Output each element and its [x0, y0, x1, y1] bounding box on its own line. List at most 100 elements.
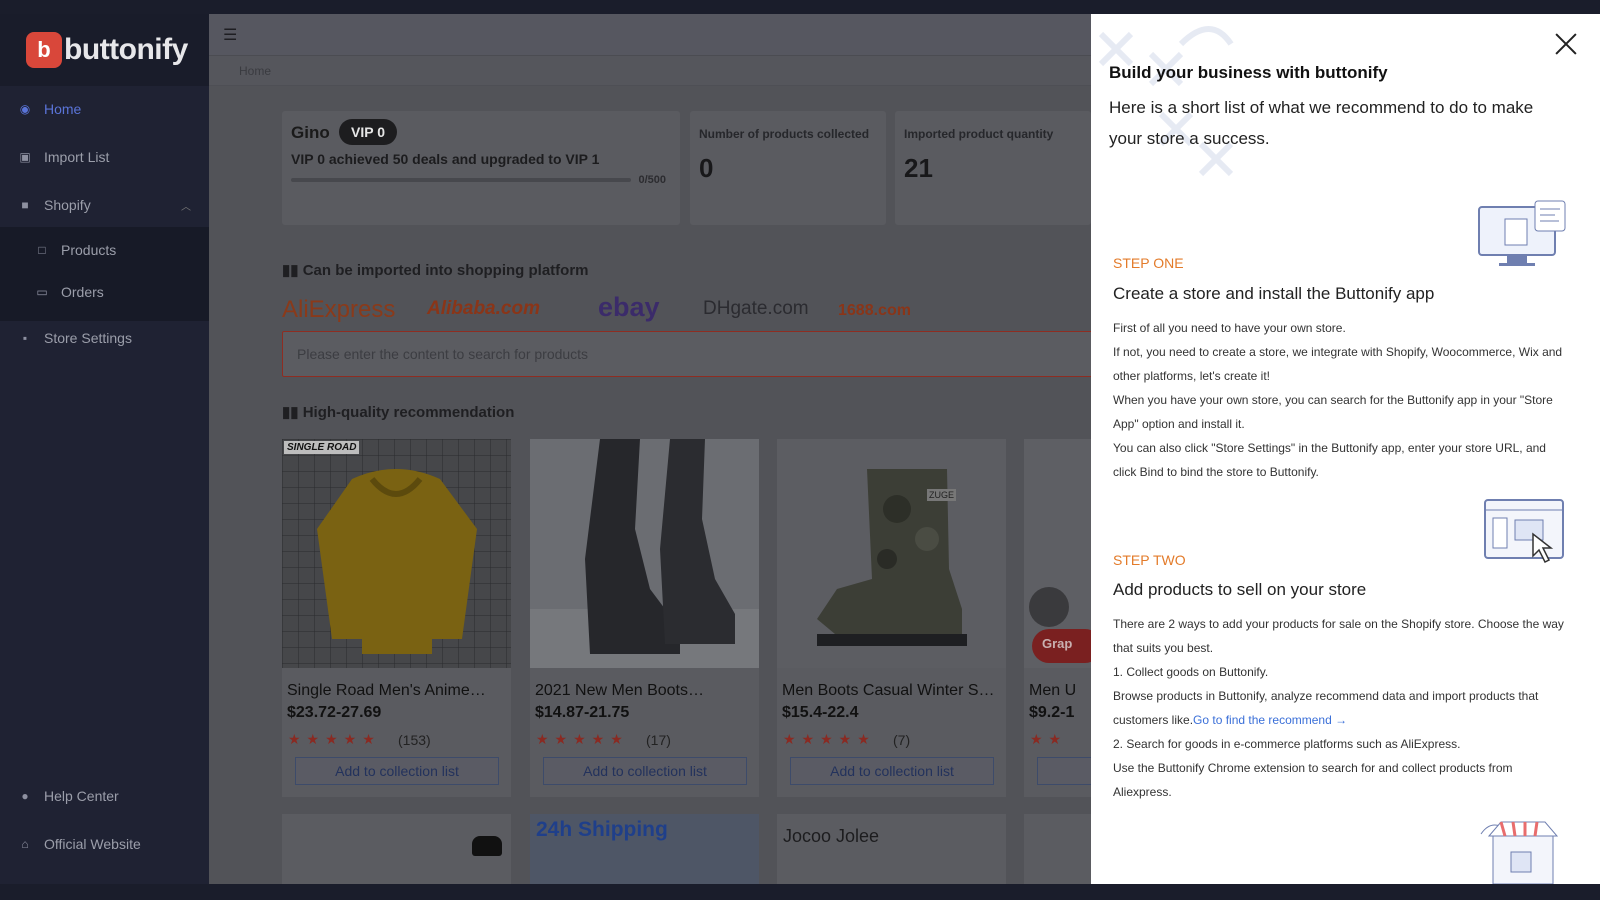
product-card-partial[interactable]: Jocoo Jolee: [777, 814, 1006, 884]
clipboard-icon: ▣: [19, 150, 31, 164]
home-icon: ⌂: [21, 837, 29, 851]
add-to-collection-button[interactable]: Add to collection list: [543, 757, 747, 785]
computer-illustration-icon: [1478, 200, 1566, 266]
product-image[interactable]: ZUGE: [777, 439, 1006, 668]
close-icon[interactable]: [1554, 32, 1578, 56]
sidebar-item-label: Official Website: [44, 836, 141, 852]
boots-image: [530, 439, 759, 668]
product-price: $14.87-21.75: [535, 704, 630, 721]
step-two-title: Add products to sell on your store: [1113, 580, 1367, 599]
brand-aliexpress[interactable]: AliExpress: [282, 296, 395, 324]
archive-icon: ▭: [36, 285, 48, 299]
platforms-title-text: Can be imported into shopping platform: [302, 262, 589, 279]
product-image[interactable]: Grap: [1024, 439, 1091, 668]
step-two-line: 1. Collect goods on Buttonify.: [1113, 665, 1269, 679]
sidebar-item-orders[interactable]: ▭ Orders: [0, 272, 209, 312]
sidebar-item-official-website[interactable]: ⌂ Official Website: [0, 824, 209, 864]
stat-title: Number of products collected: [699, 127, 870, 141]
step-one-title: Create a store and install the Buttonify…: [1113, 284, 1435, 303]
vip-note: VIP 0 achieved 50 deals and upgraded to …: [291, 151, 600, 167]
product-tag: Grap: [1032, 629, 1091, 663]
product-thumb: [1029, 587, 1069, 627]
hoodie-image: [282, 439, 511, 668]
recommend-title: ▮▮ High-quality recommendation: [282, 403, 514, 421]
brand-1688[interactable]: 1688.com: [838, 302, 911, 320]
product-price: $23.72-27.69: [287, 704, 382, 721]
product-card-partial[interactable]: 24h Shipping: [530, 814, 759, 884]
product-card-partial[interactable]: [1024, 814, 1091, 884]
sidebar-item-store-settings[interactable]: ▪ Store Settings: [0, 318, 209, 358]
sidebar-item-shopify[interactable]: ■ Shopify ︿: [0, 185, 209, 225]
step-one-line: When you have your own store, you can se…: [1113, 393, 1553, 431]
product-card[interactable]: SINGLE ROAD Single Road Men's Anime… $23…: [282, 439, 511, 797]
add-to-collection-button[interactable]: Add to collection list: [790, 757, 994, 785]
sidebar-item-label: Shopify: [44, 197, 91, 213]
product-name[interactable]: Men Boots Casual Winter Sn…: [782, 682, 1000, 700]
rating-stars-icon: ★★★★★: [783, 731, 876, 747]
product-image[interactable]: SINGLE ROAD: [282, 439, 511, 668]
product-price: $15.4-22.4: [782, 704, 859, 721]
bag-icon: ■: [21, 198, 29, 212]
store-illustration-icon: [1480, 821, 1559, 884]
stat-value: 21: [904, 153, 933, 183]
sidebar-item-products[interactable]: □ Products: [0, 230, 209, 270]
stat-card-imported: Imported product quantity 21: [895, 111, 1091, 225]
product-name[interactable]: 2021 New Men Boots…: [535, 682, 753, 700]
dashboard-icon: ◉: [19, 102, 31, 116]
product-image[interactable]: [530, 439, 759, 668]
product-card[interactable]: Grap Men U $9.2-1 ★★: [1024, 439, 1091, 797]
top-bar: ☰: [209, 14, 1091, 56]
brand-banner: Jocoo Jolee: [783, 826, 880, 846]
sidebar: b buttonify ◉ Home ▣ Import List ■ Shopi…: [0, 14, 209, 884]
stat-title: Imported product quantity: [904, 127, 1054, 141]
rating-stars-icon: ★★: [1030, 731, 1068, 747]
browser-click-illustration-icon: [1484, 499, 1564, 564]
review-count: (17): [646, 732, 671, 748]
add-to-collection-button[interactable]: Add to collection list: [295, 757, 499, 785]
review-count: (7): [893, 732, 911, 748]
panel-title: Build your business with buttonify: [1109, 63, 1388, 82]
sidebar-item-help-center[interactable]: ● Help Center: [0, 776, 209, 816]
help-icon: ●: [21, 789, 29, 803]
rating-stars-icon: ★★★★★: [288, 731, 381, 747]
menu-toggle-icon[interactable]: ☰: [223, 25, 237, 45]
product-brand-tag: ZUGE: [927, 489, 957, 501]
product-card[interactable]: ZUGE Men Boots Casual Winter Sn… $15.4-2…: [777, 439, 1006, 797]
stat-value: 0: [699, 153, 714, 183]
brand-alibaba[interactable]: Alibaba.com: [427, 298, 540, 320]
store-icon: ▪: [22, 331, 28, 345]
sidebar-item-label: Products: [61, 242, 117, 258]
product-search-input[interactable]: Please enter the content to search for p…: [282, 331, 1091, 377]
vip-badge: VIP 0: [339, 119, 397, 145]
product-name[interactable]: Men U: [1029, 682, 1091, 700]
product-price: $9.2-1: [1029, 704, 1075, 721]
brand-logo[interactable]: b buttonify: [0, 14, 209, 86]
product-card-partial[interactable]: [282, 814, 511, 884]
step-one-line: First of all you need to have your own s…: [1113, 321, 1346, 335]
find-recommend-link[interactable]: Go to find the recommend →: [1193, 713, 1347, 727]
breadcrumb[interactable]: Home: [209, 56, 1091, 86]
sidebar-item-import-list[interactable]: ▣ Import List: [0, 137, 209, 177]
step-two-body: There are 2 ways to add your products fo…: [1113, 612, 1571, 804]
brand-dhgate[interactable]: DHgate.com: [703, 298, 809, 320]
product-name[interactable]: Single Road Men's Anime…: [287, 682, 505, 700]
sidebar-item-label: Help Center: [44, 788, 119, 804]
hat-image: [472, 836, 502, 856]
camo-boot-image: [777, 439, 1006, 668]
user-name: Gino: [291, 123, 330, 142]
onboarding-panel: Build your business with buttonify Here …: [1091, 14, 1600, 884]
sidebar-item-label: Home: [44, 101, 82, 117]
main-content: ☰ Home Gino VIP 0 VIP 0 achieved 50 deal…: [209, 14, 1091, 884]
add-to-collection-button[interactable]: [1037, 757, 1091, 785]
brand-ebay[interactable]: ebay: [598, 292, 660, 323]
bar-chart-icon: ▮▮: [282, 404, 303, 421]
bottom-strip: [0, 884, 1600, 900]
chevron-up-icon: ︿: [181, 201, 191, 213]
vip-progress-bar: [291, 178, 631, 182]
step-one-line: You can also click "Store Settings" in t…: [1113, 441, 1546, 479]
sidebar-item-home[interactable]: ◉ Home: [0, 89, 209, 129]
panel-intro: Here is a short list of what we recommen…: [1109, 98, 1534, 148]
vip-progress-label: 0/500: [638, 174, 666, 186]
product-card[interactable]: 2021 New Men Boots… $14.87-21.75 ★★★★★ (…: [530, 439, 759, 797]
platforms-title: ▮▮ Can be imported into shopping platfor…: [282, 261, 589, 279]
